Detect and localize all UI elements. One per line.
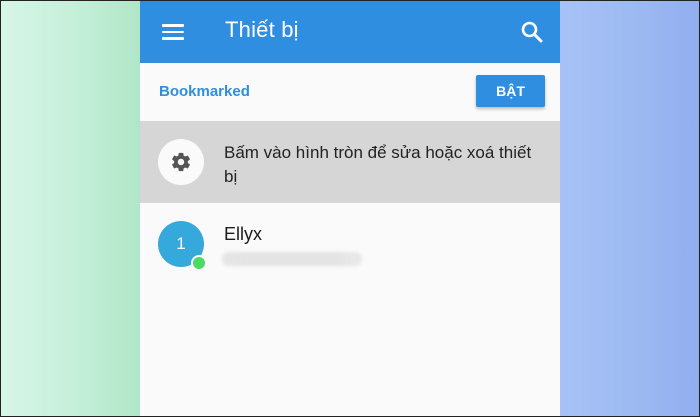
bookmarked-section-header: Bookmarked BẬT [140, 63, 560, 121]
phone-screen: Thiết bị Bookmarked BẬT Bấm vào hình trò… [140, 0, 560, 417]
menu-button[interactable] [158, 18, 188, 46]
bookmarked-title: Bookmarked [159, 83, 250, 100]
edit-hint-banner: Bấm vào hình tròn để sửa hoặc xoá thiết … [140, 121, 560, 203]
device-number: 1 [176, 234, 186, 253]
background-right-panel [560, 0, 700, 417]
search-icon [521, 21, 543, 43]
gear-icon [172, 152, 190, 172]
bookmarked-toggle-button[interactable]: BẬT [476, 75, 545, 107]
device-list-item[interactable]: 1 Ellyx [140, 203, 560, 283]
search-button[interactable] [518, 18, 546, 46]
device-subtitle-blurred [222, 252, 362, 266]
hamburger-menu-icon [162, 24, 184, 40]
app-bar: Thiết bị [140, 0, 560, 63]
hint-icon-circle [158, 139, 204, 185]
device-name: Ellyx [224, 224, 263, 244]
online-status-dot [191, 255, 207, 271]
hint-text: Bấm vào hình tròn để sửa hoặc xoá thiết … [224, 143, 532, 186]
app-title: Thiết bị [225, 17, 299, 42]
background-left-panel [0, 0, 140, 417]
